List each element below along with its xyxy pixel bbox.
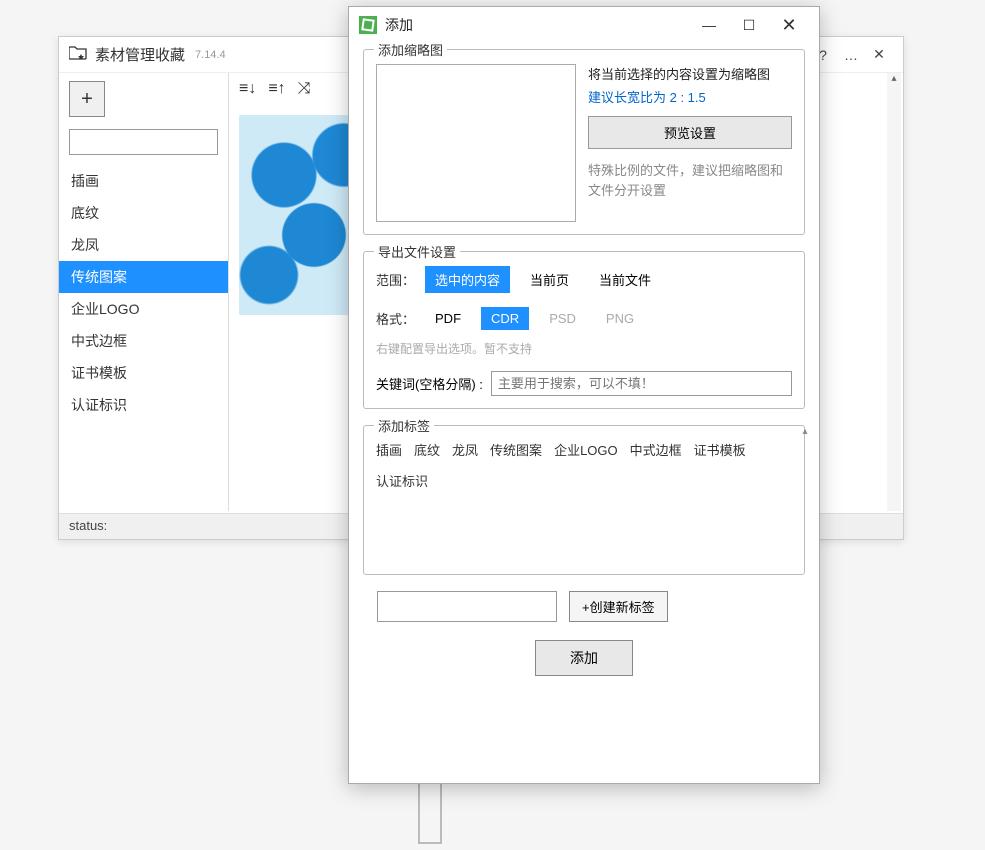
category-item[interactable]: 证书模板 <box>59 357 228 389</box>
add-category-button[interactable]: + <box>69 81 105 117</box>
sidebar: + 插画 底纹 龙凤 传统图案 企业LOGO 中式边框 证书模板 认证标识 <box>59 73 229 511</box>
thumbnail-ratio-hint: 建议长宽比为 2 : 1.5 <box>588 87 792 106</box>
keyword-input[interactable] <box>491 371 792 396</box>
version-label: 7.14.4 <box>195 49 226 61</box>
category-item-selected[interactable]: 传统图案 <box>59 261 228 293</box>
tag-item[interactable]: 证书模板 <box>694 440 746 459</box>
tag-item[interactable]: 底纹 <box>414 440 440 459</box>
tags-scrollbar[interactable]: ▴ <box>798 426 812 574</box>
format-option-png: PNG <box>596 307 644 330</box>
scroll-up-icon[interactable]: ▴ <box>887 73 901 87</box>
dialog-maximize-button[interactable]: ☐ <box>729 17 769 34</box>
scope-label: 范围： <box>376 270 415 289</box>
new-tag-input[interactable] <box>377 591 557 622</box>
scroll-up-icon[interactable]: ▴ <box>798 426 812 440</box>
dialog-title: 添加 <box>385 15 413 35</box>
scope-option[interactable]: 当前文件 <box>589 266 661 293</box>
format-option-cdr[interactable]: CDR <box>481 307 529 330</box>
sort-desc-icon[interactable]: ≡↑ <box>268 80 285 98</box>
vertical-scrollbar[interactable]: ▴ <box>887 73 901 511</box>
category-item[interactable]: 插画 <box>59 165 228 197</box>
tag-item[interactable]: 龙凤 <box>452 440 478 459</box>
thumbnail-desc: 将当前选择的内容设置为缩略图 <box>588 64 792 83</box>
tag-item[interactable]: 认证标识 <box>376 471 428 490</box>
scope-option-selected[interactable]: 选中的内容 <box>425 266 510 293</box>
dialog-titlebar: 添加 — ☐ ✕ <box>349 7 819 43</box>
category-search-input[interactable] <box>69 129 218 155</box>
dialog-close-button[interactable]: ✕ <box>769 15 809 36</box>
scope-option[interactable]: 当前页 <box>520 266 579 293</box>
thumbnail-fieldset: 添加缩略图 将当前选择的内容设置为缩略图 建议长宽比为 2 : 1.5 预览设置… <box>363 49 805 235</box>
more-button[interactable]: … <box>837 47 865 63</box>
tags-fieldset: 添加标签 插画 底纹 龙凤 传统图案 企业LOGO 中式边框 证书模板 认证标识… <box>363 425 805 575</box>
add-dialog: 添加 — ☐ ✕ 添加缩略图 将当前选择的内容设置为缩略图 建议长宽比为 2 :… <box>348 6 820 784</box>
thumbnail-legend: 添加缩略图 <box>374 40 447 59</box>
category-item[interactable]: 中式边框 <box>59 325 228 357</box>
main-close-button[interactable]: ✕ <box>865 46 893 63</box>
app-logo-icon <box>359 16 377 34</box>
format-option-pdf[interactable]: PDF <box>425 307 471 330</box>
preview-settings-button[interactable]: 预览设置 <box>588 116 792 149</box>
thumbnail-preview-box[interactable] <box>376 64 576 222</box>
tag-item[interactable]: 插画 <box>376 440 402 459</box>
add-submit-button[interactable]: 添加 <box>535 640 633 676</box>
format-option-psd: PSD <box>539 307 586 330</box>
tag-item[interactable]: 中式边框 <box>630 440 682 459</box>
format-label: 格式： <box>376 309 415 328</box>
dialog-minimize-button[interactable]: — <box>689 17 729 33</box>
folder-star-icon <box>69 44 87 65</box>
tag-item[interactable]: 传统图案 <box>490 440 542 459</box>
thumbnail-hint: 特殊比例的文件，建议把缩略图和文件分开设置 <box>588 161 792 200</box>
tag-item[interactable]: 企业LOGO <box>554 440 618 459</box>
category-item[interactable]: 认证标识 <box>59 389 228 421</box>
sort-asc-icon[interactable]: ≡↓ <box>239 80 256 98</box>
category-item[interactable]: 龙凤 <box>59 229 228 261</box>
tags-legend: 添加标签 <box>374 416 434 435</box>
status-label: status: <box>69 518 107 533</box>
format-hint: 右键配置导出选项。暂不支持 <box>376 340 532 357</box>
category-item[interactable]: 企业LOGO <box>59 293 228 325</box>
shuffle-icon[interactable]: ⤨ <box>298 80 311 98</box>
export-legend: 导出文件设置 <box>374 242 460 261</box>
keyword-label: 关键词(空格分隔) : <box>376 374 483 393</box>
decorative-connector <box>418 784 442 844</box>
main-window-title: 素材管理收藏 <box>95 44 185 65</box>
category-list: 插画 底纹 龙凤 传统图案 企业LOGO 中式边框 证书模板 认证标识 <box>59 165 228 511</box>
create-tag-button[interactable]: +创建新标签 <box>569 591 668 622</box>
category-item[interactable]: 底纹 <box>59 197 228 229</box>
export-fieldset: 导出文件设置 范围： 选中的内容 当前页 当前文件 格式： PDF CDR PS… <box>363 251 805 409</box>
